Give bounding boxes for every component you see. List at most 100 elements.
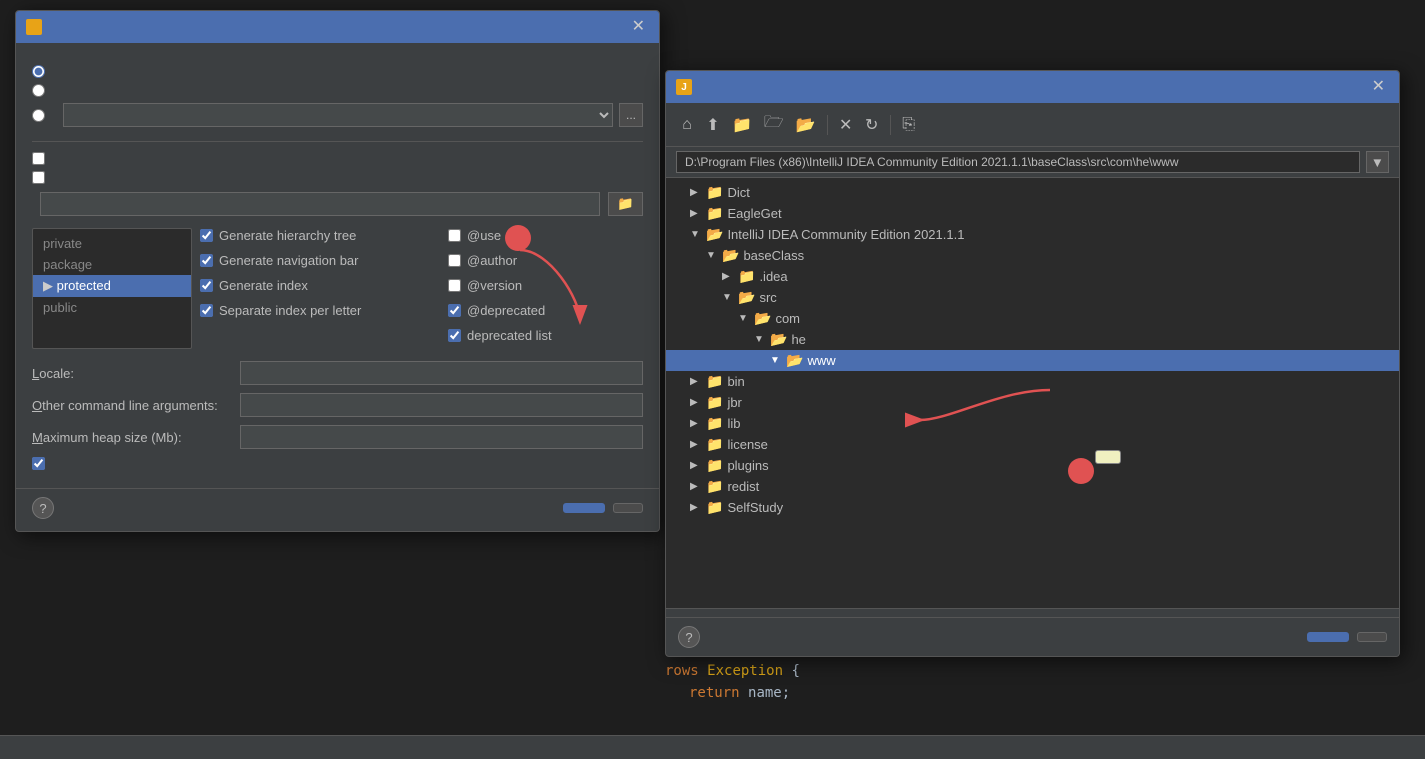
tree-item-intellij[interactable]: ▼ 📂 IntelliJ IDEA Community Edition 2021… — [666, 224, 1399, 245]
refresh-button[interactable]: ↻ — [861, 113, 883, 137]
javadoc-cancel-button[interactable] — [613, 503, 643, 513]
tree-item-he[interactable]: ▼ 📂 he — [666, 329, 1399, 350]
tree-item-src[interactable]: ▼ 📂 src — [666, 287, 1399, 308]
vis-package[interactable]: package — [33, 254, 191, 275]
max-heap-input[interactable] — [240, 425, 643, 449]
use-checkbox[interactable] — [448, 229, 461, 242]
tree-item-lib[interactable]: ▶ 📁 lib — [666, 413, 1399, 434]
tree-item-bin[interactable]: ▶ 📁 bin — [666, 371, 1399, 392]
gen-index-checkbox[interactable] — [200, 279, 213, 292]
sep-index-label: Separate index per letter — [219, 303, 361, 318]
tree-arrow-eagleget: ▶ — [690, 208, 702, 219]
path-input[interactable] — [676, 151, 1360, 173]
scope-radio-group: ... — [32, 65, 643, 127]
browse-help-button[interactable]: ? — [678, 626, 700, 648]
file-radio-row — [32, 84, 643, 97]
visibility-list[interactable]: private package protected public — [32, 228, 192, 349]
tree-item-idea[interactable]: ▶ 📁 .idea — [666, 266, 1399, 287]
max-heap-label: Maximum heap size (Mb): — [32, 430, 232, 445]
vis-public[interactable]: public — [33, 297, 191, 318]
vis-protected[interactable]: protected — [33, 275, 191, 297]
version-label: @version — [467, 278, 522, 293]
max-heap-row: Maximum heap size (Mb): — [32, 425, 643, 449]
deprecated-list-checkbox[interactable] — [448, 329, 461, 342]
javadoc-ok-button[interactable] — [563, 503, 605, 513]
gen-navbar-row: Generate navigation bar — [200, 253, 440, 268]
deprecated-list-label: deprecated list — [467, 328, 552, 343]
folder-icon-com: 📂 — [754, 310, 771, 327]
output-dir-row: 📁 — [32, 192, 643, 216]
sep-index-checkbox[interactable] — [200, 304, 213, 317]
custom-scope-select[interactable] — [63, 103, 613, 127]
copy-button[interactable]: ⎘ — [898, 114, 920, 136]
tree-arrow-selfstudy: ▶ — [690, 502, 702, 513]
delete-button[interactable]: ✕ — [835, 113, 857, 137]
return-keyword: return — [689, 685, 748, 701]
browse-title-bar: J ✕ — [666, 71, 1399, 103]
gen-hierarchy-checkbox[interactable] — [200, 229, 213, 242]
home-button[interactable]: ⌂ — [676, 114, 698, 136]
file-radio[interactable] — [32, 84, 45, 97]
locale-input[interactable] — [240, 361, 643, 385]
folder-icon-lib: 📁 — [706, 415, 723, 432]
tree-arrow-idea: ▶ — [722, 271, 734, 282]
file-tree[interactable]: ▶ 📁 Dict ▶ 📁 EagleGet ▼ 📂 IntelliJ IDEA … — [666, 178, 1399, 608]
folder-icon-intellij: 📂 — [706, 226, 723, 243]
tree-label-com: com — [775, 311, 800, 326]
gen-navbar-checkbox[interactable] — [200, 254, 213, 267]
tree-item-baseclass[interactable]: ▼ 📂 baseClass — [666, 245, 1399, 266]
new-folder-button[interactable]: 📁 — [728, 113, 756, 137]
other-args-row: Other command line arguments: — [32, 393, 643, 417]
tree-item-license[interactable]: ▶ 📁 license — [666, 434, 1399, 455]
browse-ok-button[interactable] — [1307, 632, 1349, 642]
browse-icon: J — [676, 79, 692, 95]
author-row: @author — [448, 253, 648, 268]
refresh-button-1[interactable]: 🗁 — [760, 109, 788, 140]
link-jdk-checkbox[interactable] — [32, 171, 45, 184]
folder-icon-redist: 📁 — [706, 478, 723, 495]
open-browser-checkbox[interactable] — [32, 457, 45, 470]
tree-item-selfstudy[interactable]: ▶ 📁 SelfStudy — [666, 497, 1399, 518]
tree-item-redist[interactable]: ▶ 📁 redist — [666, 476, 1399, 497]
version-checkbox[interactable] — [448, 279, 461, 292]
author-checkbox[interactable] — [448, 254, 461, 267]
return-value: name; — [748, 685, 790, 701]
tree-label-baseclass: baseClass — [743, 248, 804, 263]
tooltip-box — [1095, 450, 1121, 464]
tree-item-com[interactable]: ▼ 📂 com — [666, 308, 1399, 329]
browse-cancel-button[interactable] — [1357, 632, 1387, 642]
tree-arrow-bin: ▶ — [690, 376, 702, 387]
tree-item-eagleget[interactable]: ▶ 📁 EagleGet — [666, 203, 1399, 224]
tree-arrow-src: ▼ — [722, 292, 734, 303]
custom-scope-radio[interactable] — [32, 109, 45, 122]
vis-private[interactable]: private — [33, 233, 191, 254]
folder-icon-jbr: 📁 — [706, 394, 723, 411]
tree-arrow-www: ▼ — [770, 355, 782, 366]
tree-label-src: src — [759, 290, 776, 305]
include-jdk-checkbox[interactable] — [32, 152, 45, 165]
deprecated-checkbox[interactable] — [448, 304, 461, 317]
up-button[interactable]: ⬆ — [702, 113, 724, 137]
whole-project-radio[interactable] — [32, 65, 45, 78]
javadoc-help-button[interactable]: ? — [32, 497, 54, 519]
tree-label-idea: .idea — [759, 269, 787, 284]
other-args-input[interactable] — [240, 393, 643, 417]
folder-icon-src: 📂 — [738, 289, 755, 306]
javadoc-dialog-body: ... 📁 private package protected pu — [16, 43, 659, 488]
new-folder-2[interactable]: 📂 — [792, 113, 820, 137]
browse-close-button[interactable]: ✕ — [1368, 77, 1389, 97]
browse-footer: ? — [666, 617, 1399, 656]
output-dir-input[interactable] — [40, 192, 600, 216]
javadoc-dialog: ✕ ... — [15, 10, 660, 532]
tree-item-jbr[interactable]: ▶ 📁 jbr — [666, 392, 1399, 413]
tree-item-www[interactable]: ▼ 📂 www — [666, 350, 1399, 371]
throws-keyword: rows — [665, 663, 707, 679]
custom-scope-extra-button[interactable]: ... — [619, 103, 643, 127]
tree-label-lib: lib — [727, 416, 740, 431]
tree-item-dict[interactable]: ▶ 📁 Dict — [666, 182, 1399, 203]
tree-item-plugins[interactable]: ▶ 📁 plugins — [666, 455, 1399, 476]
javadoc-close-button[interactable]: ✕ — [628, 17, 649, 37]
folder-icon-license: 📁 — [706, 436, 723, 453]
path-dropdown-button[interactable]: ▼ — [1366, 151, 1389, 173]
output-dir-browse-button[interactable]: 📁 — [608, 192, 643, 216]
